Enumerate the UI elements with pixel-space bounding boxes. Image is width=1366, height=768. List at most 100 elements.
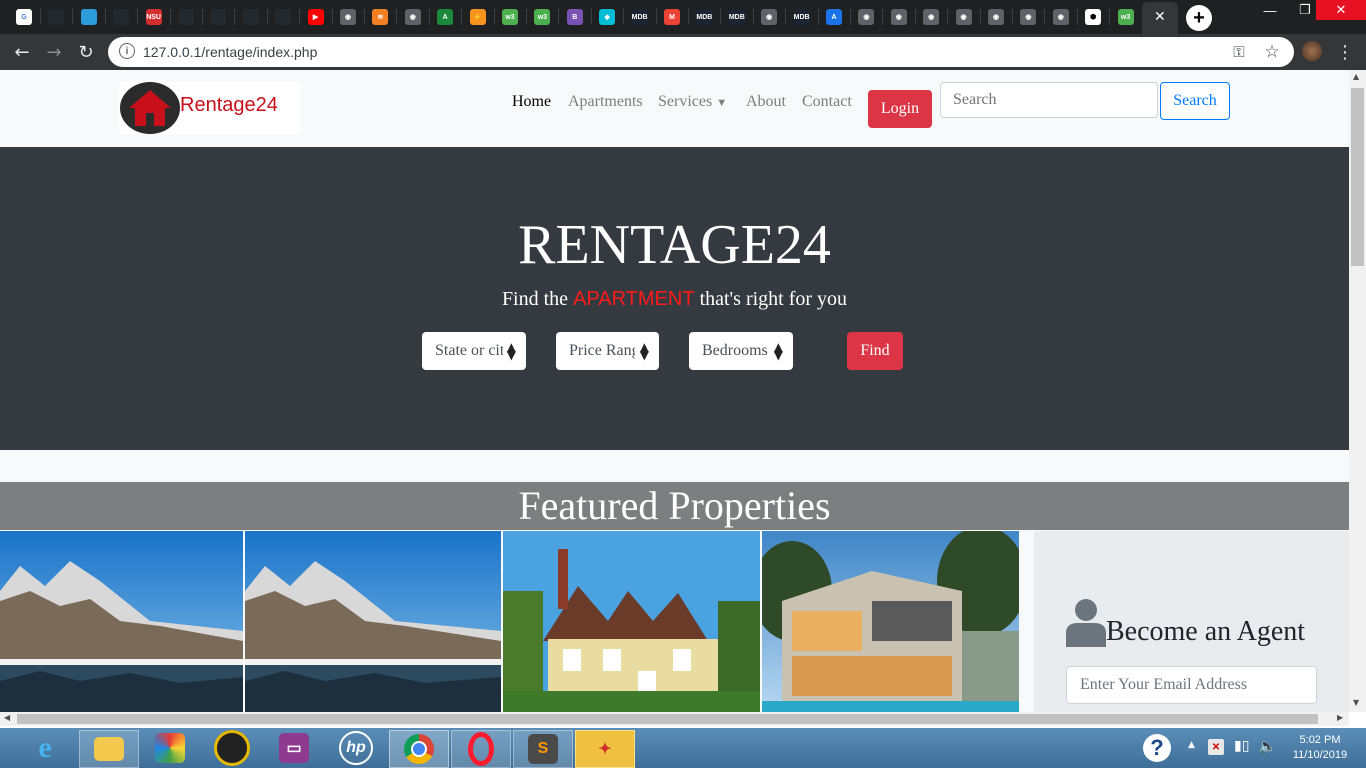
tab-separator [299, 9, 301, 25]
close-window-button[interactable]: ✕ [1316, 0, 1366, 20]
reload-icon[interactable]: ↻ [75, 41, 97, 63]
help-icon[interactable]: ? [1143, 734, 1171, 762]
nav-about[interactable]: About [746, 93, 786, 111]
browser-tab[interactable]: ◉ [953, 4, 975, 30]
agent-title: Become an Agent [1106, 616, 1306, 647]
browser-tab[interactable]: A [434, 4, 456, 30]
sublime-taskbar-button[interactable]: S [513, 730, 573, 768]
back-icon[interactable]: ← [11, 41, 33, 63]
browser-tab[interactable]: M [661, 4, 683, 30]
browser-tab[interactable]: w3 [1115, 4, 1137, 30]
browser-tab[interactable]: ◉ [920, 4, 942, 30]
vertical-scroll-thumb[interactable] [1351, 88, 1364, 266]
system-clock[interactable]: 5:02 PM 11/10/2019 [1284, 733, 1356, 763]
find-button[interactable]: Find [847, 332, 903, 370]
tab-favicon-icon: MDB [728, 9, 745, 25]
property-photo[interactable] [762, 531, 1019, 712]
browser-tab[interactable]: ◉ [985, 4, 1007, 30]
property-photo[interactable] [503, 531, 760, 712]
tab-separator [234, 9, 236, 25]
browser-tab[interactable]: MDB [693, 4, 715, 30]
browser-tab[interactable]: MDB [791, 4, 813, 30]
browser-tab[interactable]: ⚡ [467, 4, 489, 30]
search-input[interactable] [940, 82, 1158, 118]
browser-tab[interactable] [240, 4, 262, 30]
browser-tab[interactable]: ◉ [402, 4, 424, 30]
browser-tab[interactable]: ◉ [855, 4, 877, 30]
browser-tab[interactable]: ◉ [888, 4, 910, 30]
search-button[interactable]: Search [1160, 82, 1230, 120]
profile-avatar[interactable] [1302, 41, 1322, 61]
bedrooms-select[interactable]: Bedrooms ▲ ▼ [689, 332, 793, 370]
network-icon[interactable]: ▮▯ [1234, 738, 1249, 754]
property-photo[interactable] [245, 531, 501, 712]
nav-contact[interactable]: Contact [802, 93, 852, 111]
browser-tab[interactable]: MDB [629, 4, 651, 30]
tab-favicon-icon: ◉ [890, 9, 907, 25]
price-select[interactable]: Price Range▲▼ [556, 332, 659, 370]
tab-close-icon[interactable]: ✕ [1154, 9, 1166, 25]
browser-tab[interactable] [45, 4, 67, 30]
security-alert-icon[interactable]: ✕ [1208, 739, 1224, 755]
menu-icon[interactable]: ⋮ [1334, 41, 1356, 63]
browser-tab[interactable]: B [564, 4, 586, 30]
browser-tab[interactable]: ▶ [305, 4, 327, 30]
folder-icon [94, 737, 124, 761]
agent-email-input[interactable]: Enter Your Email Address [1066, 666, 1317, 704]
rocket-taskbar-button[interactable]: ✦ [575, 730, 635, 768]
ie-taskbar-button[interactable]: e [16, 730, 74, 766]
browser-tab[interactable]: MDB [726, 4, 748, 30]
star-icon[interactable]: ☆ [1261, 41, 1283, 63]
login-button[interactable]: Login [868, 90, 932, 128]
browser-tab[interactable] [175, 4, 197, 30]
opera-taskbar-button[interactable] [451, 730, 511, 768]
browser-tab[interactable]: ◆ [596, 4, 618, 30]
active-tab[interactable]: ✕ [1142, 2, 1178, 34]
browser-tab[interactable]: G [13, 4, 35, 30]
explorer-taskbar-button[interactable] [79, 730, 139, 768]
browser-tab[interactable] [78, 4, 100, 30]
scroll-down-icon[interactable]: ▼ [1353, 698, 1359, 707]
chrome-taskbar-button[interactable] [389, 730, 449, 768]
browser-tab[interactable]: ≋ [369, 4, 391, 30]
tab-separator [979, 9, 981, 25]
browser-tab[interactable]: NSU [143, 4, 165, 30]
browser-tab[interactable]: ◉ [1050, 4, 1072, 30]
tab-favicon-icon: w3 [534, 9, 551, 25]
presentation-taskbar-button[interactable]: ▭ [265, 730, 323, 766]
browser-tab[interactable]: ◉ [337, 4, 359, 30]
browser-tab[interactable] [207, 4, 229, 30]
browser-tab[interactable] [272, 4, 294, 30]
volume-icon[interactable]: 🔈 [1258, 737, 1277, 755]
horizontal-scroll-thumb[interactable] [17, 714, 1318, 724]
location-select[interactable]: State or city▲▼ [422, 332, 526, 370]
paint-taskbar-button[interactable] [141, 730, 199, 766]
browser-tab[interactable]: ◉ [1017, 4, 1039, 30]
info-icon[interactable]: i [119, 43, 135, 59]
opera-icon [468, 732, 494, 766]
nav-home[interactable]: Home [512, 93, 551, 111]
property-photo[interactable] [0, 531, 243, 712]
hp-taskbar-button[interactable]: hp [327, 730, 385, 766]
media-taskbar-button[interactable] [203, 730, 261, 766]
scroll-up-icon[interactable]: ▲ [1353, 72, 1359, 81]
browser-tab[interactable]: w3 [499, 4, 521, 30]
browser-tab[interactable] [110, 4, 132, 30]
browser-tab[interactable]: A [823, 4, 845, 30]
browser-tab[interactable]: ⬢ [1082, 4, 1104, 30]
key-icon[interactable]: ⚿ [1228, 41, 1250, 63]
scroll-left-icon[interactable]: ◀ [4, 713, 10, 722]
minimize-button[interactable]: — [1250, 0, 1290, 20]
new-tab-button[interactable]: + [1186, 5, 1212, 31]
browser-tab[interactable]: ◉ [758, 4, 780, 30]
modern-house-image [762, 531, 1019, 712]
tab-favicon-icon: ≋ [372, 9, 389, 25]
address-bar[interactable]: i 127.0.0.1/rentage/index.php [108, 37, 1294, 67]
scroll-right-icon[interactable]: ▶ [1337, 713, 1343, 722]
nav-apartments[interactable]: Apartments [568, 93, 643, 111]
browser-tab[interactable]: w3 [531, 4, 553, 30]
nav-services[interactable]: Services ▼ [658, 93, 727, 111]
site-logo[interactable]: Rentage24 [119, 82, 300, 134]
show-hidden-icons-icon[interactable]: ▲ [1188, 740, 1195, 750]
forward-icon[interactable]: → [43, 41, 65, 63]
